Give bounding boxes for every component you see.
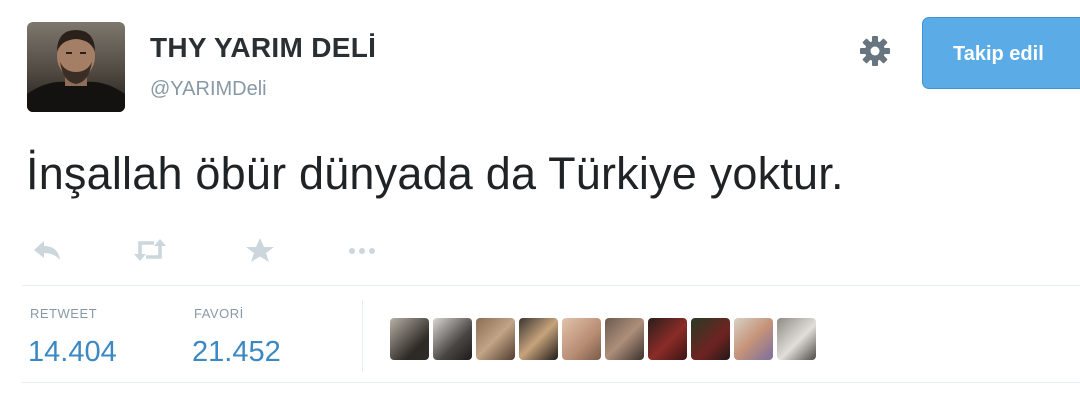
favorite-count[interactable]: 21.452 [192,336,281,369]
tweet-text: İnşallah öbür dünyada da Türkiye yoktur. [26,148,844,199]
follow-button[interactable]: Takip edil [922,17,1080,89]
favoriter-avatar[interactable] [390,318,429,360]
favorite-icon[interactable] [242,236,278,264]
favoriter-avatar[interactable] [433,318,472,360]
retweet-count[interactable]: 14.404 [28,336,117,369]
stats-separator [362,300,363,372]
favoriter-avatar[interactable] [691,318,730,360]
display-name[interactable]: THY YARIM DELİ [150,32,376,64]
favoriter-avatar[interactable] [605,318,644,360]
stats-divider-bottom [22,382,1080,383]
favoriter-avatar[interactable] [562,318,601,360]
favoriter-avatar[interactable] [476,318,515,360]
avatar[interactable] [27,22,125,112]
favorite-label: FAVORİ [194,306,244,321]
screen-name[interactable]: @YARIMDeli [150,78,267,101]
favoriter-avatar[interactable] [734,318,773,360]
more-icon[interactable] [344,236,380,264]
favoriter-avatar[interactable] [777,318,816,360]
gear-icon[interactable] [858,34,892,68]
favoriter-avatar[interactable] [648,318,687,360]
retweet-icon[interactable] [132,236,168,264]
retweet-label: RETWEET [30,306,98,321]
tweet-card: THY YARIM DELİ @YARIMDeli Takip edil İnş… [0,0,1080,398]
favoriter-avatar[interactable] [519,318,558,360]
favoriter-avatars [390,318,816,362]
stats-divider-top [22,285,1080,286]
reply-icon[interactable] [30,236,66,264]
